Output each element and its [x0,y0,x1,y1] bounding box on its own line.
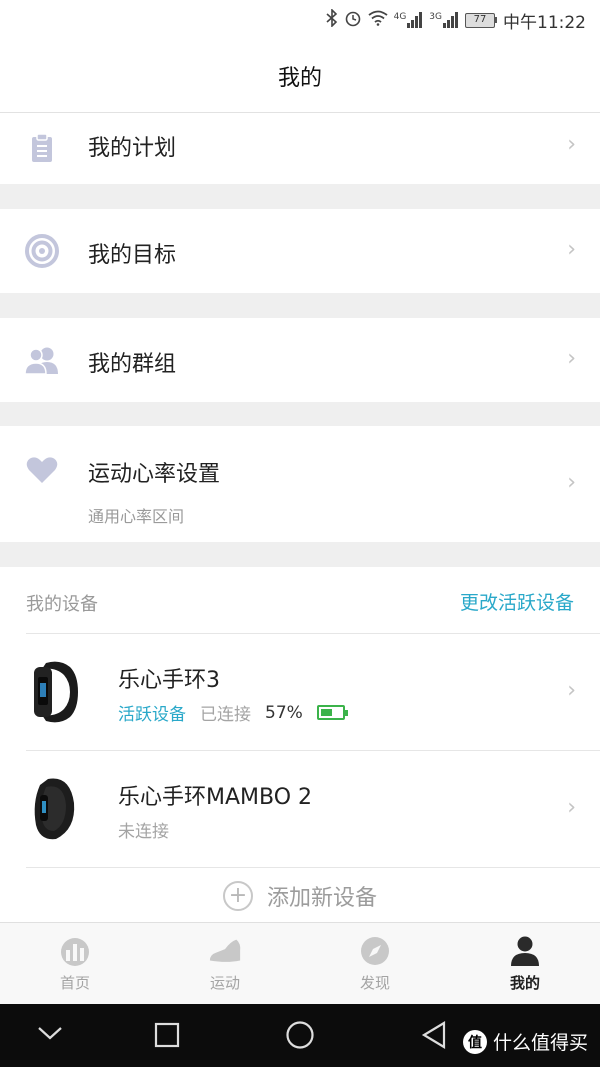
watermark-text: 什么值得买 [492,1032,588,1054]
connection-status: 未连接 [118,822,169,842]
menu-item-label: 我的群组 [88,352,177,377]
device-section-header: 我的设备 更改活跃设备 [0,567,600,634]
clock: 中午11:22 [503,12,586,33]
device-name: 乐心手环MAMBO 2 [118,785,313,810]
menu-item-goal[interactable]: 我的目标 › [0,209,600,293]
menu-item-label: 我的目标 [88,243,177,268]
device-status: 活跃设备 已连接 57% [118,700,348,725]
battery-icon [316,705,348,720]
menu-item-plan[interactable]: 我的计划 › [0,113,600,184]
header: 我的 [0,40,600,113]
connection-status: 已连接 [200,705,251,725]
tab-discover[interactable]: 发现 [300,923,450,1004]
device-name: 乐心手环3 [118,668,220,693]
shoe-icon [208,934,242,968]
add-device-button[interactable]: + 添加新设备 [0,870,600,922]
watermark-logo: 值 [462,1029,487,1054]
tab-home[interactable]: 首页 [0,923,150,1004]
battery-icon: 77 [465,12,497,28]
device-battery-percent: 57% [265,702,303,723]
bottom-tab-bar: 首页 运动 发现 我的 [0,922,600,1004]
bluetooth-icon [326,8,338,31]
clipboard-icon [24,130,60,166]
wifi-icon [368,10,388,30]
signal-icon: 4G [394,12,424,28]
plus-icon: + [222,881,253,911]
tab-label: 首页 [59,974,90,992]
back-triangle-icon[interactable] [420,1020,448,1050]
target-icon [24,233,60,269]
chevron-right-icon: › [567,470,576,495]
network-type-label: 3G [429,12,442,22]
device-item[interactable]: 乐心手环MAMBO 2 未连接 › [0,751,600,867]
tab-sport[interactable]: 运动 [150,923,300,1004]
menu-item-subtitle: 通用心率区间 [88,507,185,526]
alarm-icon [344,9,362,31]
menu-item-label: 我的计划 [88,136,177,161]
divider [26,867,600,868]
chevron-right-icon: › [567,795,576,820]
menu-item-group[interactable]: 我的群组 › [0,318,600,402]
compass-icon [358,934,392,968]
network-type-label: 4G [393,12,407,22]
watermark: 值 什么值得买 [462,1028,588,1055]
chevron-right-icon: › [567,132,576,157]
change-active-device-link[interactable]: 更改活跃设备 [460,588,574,615]
fitness-band-image [26,657,86,727]
battery-level: 77 [465,12,495,28]
tab-label: 我的 [509,974,540,992]
status-bar: 4G 3G 77 中午11:22 [0,0,600,40]
chevron-down-icon[interactable] [36,1024,64,1042]
menu-item-heart-rate[interactable]: 运动心率设置 通用心率区间 › [0,426,600,542]
chevron-right-icon: › [567,346,576,371]
tab-me[interactable]: 我的 [450,923,600,1004]
tab-label: 发现 [359,974,390,992]
menu-item-label: 运动心率设置 [88,462,221,487]
tab-label: 运动 [209,974,240,992]
recent-apps-icon[interactable] [154,1022,180,1048]
section-title: 我的设备 [26,594,98,615]
device-status: 未连接 [118,817,169,842]
chevron-right-icon: › [567,678,576,703]
signal-icon: 3G [429,12,459,28]
chevron-right-icon: › [567,237,576,262]
active-device-badge: 活跃设备 [118,705,186,725]
chart-icon [58,934,92,968]
fitness-band-image [26,773,86,843]
home-circle-icon[interactable] [285,1020,315,1050]
add-device-label: 添加新设备 [266,886,377,911]
device-section: 我的设备 更改活跃设备 乐心手环3 活跃设备 已连接 57% › 乐心手环MAM… [0,567,600,922]
heart-icon [24,452,60,488]
group-icon [24,342,60,378]
page-title: 我的 [277,66,322,91]
user-icon [508,934,542,968]
device-item[interactable]: 乐心手环3 活跃设备 已连接 57% › [0,634,600,750]
